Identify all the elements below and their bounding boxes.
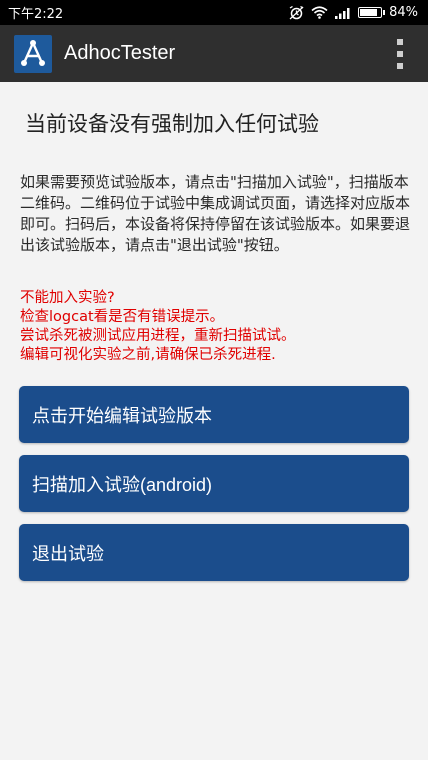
battery-icon [358,7,386,18]
start-edit-button[interactable]: 点击开始编辑试验版本 [19,386,409,443]
overflow-menu-icon[interactable] [394,38,406,69]
status-icons: 84% [289,5,418,20]
alarm-icon [289,5,304,20]
status-time: 下午2:22 [8,7,64,22]
troubleshooting-line: 编辑可视化实验之前,请确保已杀死进程. [20,347,276,363]
troubleshooting-text: 不能加入实验? 检查logcat看是否有错误提示。 尝试杀死被测试应用进程，重新… [20,289,415,365]
instructions-text: 如果需要预览试验版本，请点击"扫描加入试验"，扫描版本二维码。二维码位于试验中集… [20,173,411,254]
troubleshooting-line: 检查logcat看是否有错误提示。 [20,309,225,325]
scan-join-button[interactable]: 扫描加入试验(android) [19,455,409,512]
troubleshooting-line: 不能加入实验? [20,290,115,306]
exit-experiment-button[interactable]: 退出试验 [19,524,409,581]
adhoc-logo-icon [14,34,52,73]
status-headline: 当前设备没有强制加入任何试验 [25,112,319,136]
signal-icon [335,7,351,19]
status-bar: 下午2:22 84% [0,0,428,25]
wifi-icon [311,6,328,19]
troubleshooting-line: 尝试杀死被测试应用进程，重新扫描试试。 [20,328,296,344]
app-bar: AdhocTester [0,25,428,82]
app-title: AdhocTester [64,42,176,64]
battery-percentage: 84% [389,5,418,20]
